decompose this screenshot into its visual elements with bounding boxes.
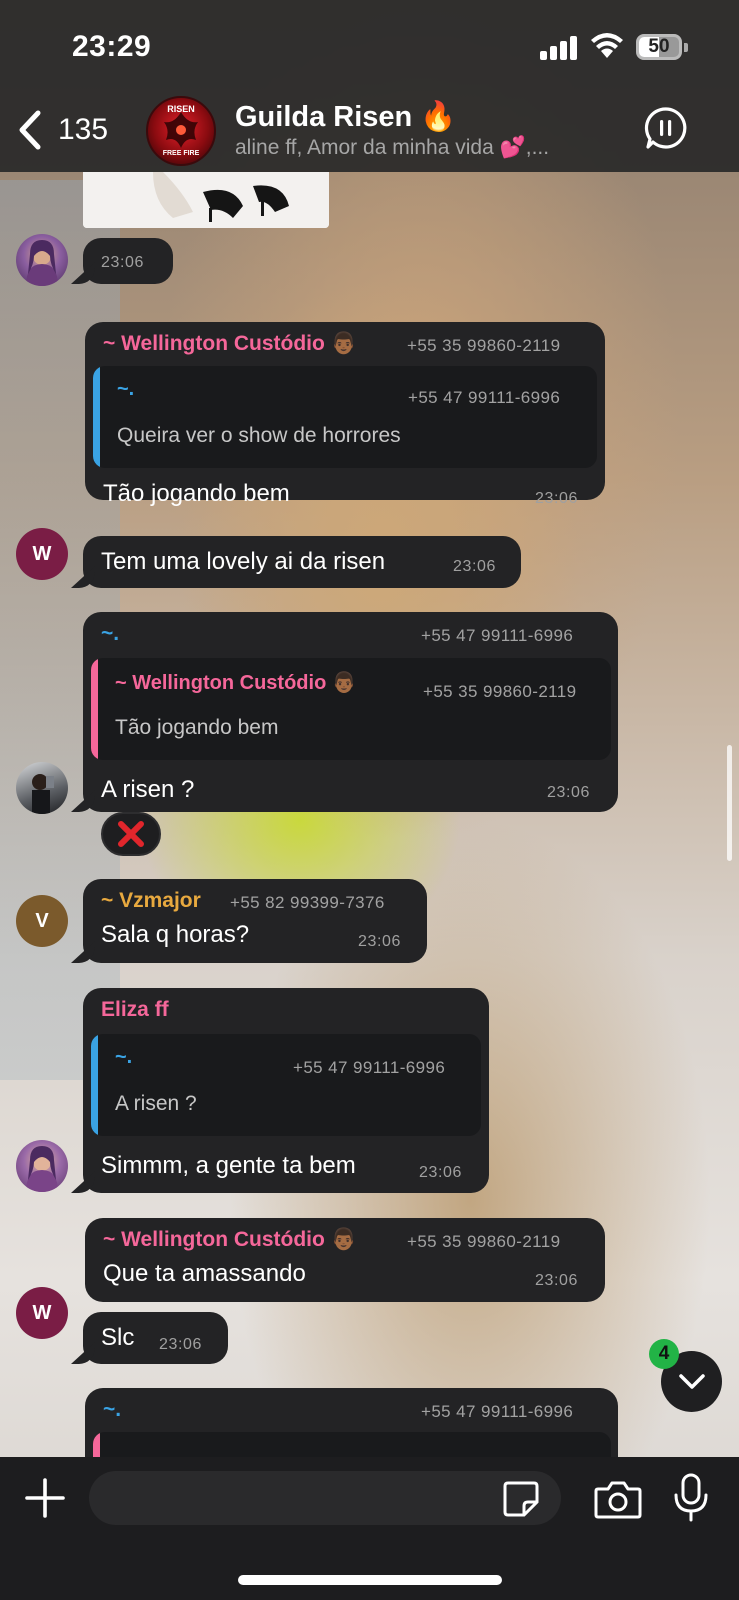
message-bubble[interactable]: ~. +55 47 99111-6996 [85,1388,618,1457]
message-text: Slc [101,1324,135,1351]
avatar-image [32,774,54,814]
avatar-letter-w[interactable]: W [16,528,68,580]
quote-text: Queira ver o show de horrores [117,424,401,447]
message-time: 23:06 [453,558,497,575]
wifi-icon [591,33,623,58]
avatar-letter-v[interactable]: V [16,895,68,947]
message-time: 23:06 [159,1336,203,1353]
avatar-member-woman[interactable] [16,234,68,286]
sender-phone: +55 35 99860-2119 [407,336,561,355]
cross-mark-icon [118,821,144,847]
quote-phone: +55 47 99111-6996 [293,1058,446,1077]
quoted-message[interactable]: ~ Wellington Custódio 👨🏾 +55 35 99860-21… [91,658,611,760]
message-time: 23:06 [535,1272,579,1289]
microphone-icon[interactable] [672,1473,710,1523]
quoted-message[interactable]: ~. +55 47 99111-6996 Queira ver o show d… [93,366,597,468]
chevron-left-icon [19,110,41,150]
avatar-image [26,240,58,286]
quote-sender: ~. [115,1046,133,1068]
message-text: Tem uma lovely ai da risen [101,548,386,575]
group-members-preview[interactable]: aline ff, Amor da minha vida 💕,... [235,136,549,160]
message-time: 23:06 [358,933,402,950]
sender-name[interactable]: ~. [101,622,119,646]
quote-accent-bar [93,366,100,468]
message-text: A risen ? [101,776,195,803]
status-time: 23:29 [72,30,152,63]
image-thumbnail [83,172,329,228]
avatar-image [26,1146,58,1192]
reaction-badge[interactable] [101,812,161,856]
group-name[interactable]: Guilda Risen 🔥 [235,100,456,134]
message-bubble[interactable]: Eliza ff ~. +55 47 99111-6996 A risen ? … [83,988,489,1193]
chevron-down-icon [678,1373,705,1389]
chat-header: 23:29 50 135 RISEN FREE FIRE Guilda Rise… [0,0,739,172]
group-avatar[interactable]: RISEN FREE FIRE [146,96,216,166]
message-text: Sala q horas? [101,921,250,948]
sender-name[interactable]: ~ Wellington Custódio 👨🏾 [103,332,357,356]
sender-phone: +55 47 99111-6996 [421,626,574,645]
sender-phone: +55 47 99111-6996 [421,1402,574,1421]
message-time: 23:06 [419,1164,463,1181]
quoted-message[interactable] [93,1432,611,1457]
home-indicator[interactable] [238,1575,502,1585]
message-text: Tão jogando bem [103,480,290,507]
scroll-indicator[interactable] [727,745,732,861]
avatar-member-man[interactable] [16,762,68,814]
message-bubble[interactable]: ~ Wellington Custódio 👨🏾 +55 35 99860-21… [85,322,605,507]
message-time: 23:06 [547,784,591,801]
avatar-letter-w[interactable]: W [16,1287,68,1339]
message-bubble[interactable]: ~ Vzmajor +55 82 99399-7376 Sala q horas… [83,879,427,963]
sender-name[interactable]: Eliza ff [101,998,169,1022]
sender-phone: +55 82 99399-7376 [230,893,385,912]
message-input[interactable] [89,1471,561,1525]
sender-name[interactable]: ~ Vzmajor [101,889,201,913]
message-bubble-time-only[interactable]: 23:06 [83,238,173,284]
camera-icon[interactable] [594,1479,642,1519]
message-time: 23:06 [101,254,145,271]
sender-name[interactable]: ~ Wellington Custódio 👨🏾 [103,1228,357,1252]
composer-bar [0,1457,739,1600]
voice-chat-button[interactable] [644,106,688,150]
battery-percent: 50 [648,36,670,57]
quote-text: A risen ? [115,1092,197,1115]
quote-sender: ~. [117,378,135,400]
message-bubble[interactable]: Slc 23:06 [83,1312,228,1364]
unread-count-badge: 4 [649,1339,679,1369]
message-bubble[interactable]: Tem uma lovely ai da risen 23:06 [83,536,521,588]
avatar-member-eliza[interactable] [16,1140,68,1192]
quote-accent-bar [93,1432,100,1457]
unread-chats-count: 135 [58,113,109,146]
quote-phone: +55 35 99860-2119 [423,682,577,701]
sender-phone: +55 35 99860-2119 [407,1232,561,1251]
attach-plus-button[interactable] [24,1477,66,1519]
quote-text: Tão jogando bem [115,716,279,739]
message-list[interactable]: 23:06 ~ Wellington Custódio 👨🏾 +55 35 99… [0,172,739,1457]
message-text: Simmm, a gente ta bem [101,1152,356,1179]
quote-phone: +55 47 99111-6996 [408,388,561,407]
message-time: 23:06 [535,490,579,507]
battery-nub [684,43,688,52]
sender-name[interactable]: ~. [103,1398,121,1422]
back-button[interactable]: 135 [14,106,126,154]
image-message[interactable] [83,172,329,228]
battery-icon: 50 [636,34,682,60]
message-text: Que ta amassando [103,1260,306,1287]
message-bubble[interactable]: ~ Wellington Custódio 👨🏾 +55 35 99860-21… [85,1218,605,1302]
message-bubble[interactable]: ~. +55 47 99111-6996 ~ Wellington Custód… [83,612,618,812]
quoted-message[interactable]: ~. +55 47 99111-6996 A risen ? [91,1034,481,1136]
sticker-icon[interactable] [502,1480,540,1518]
quote-accent-bar [91,1034,98,1136]
quote-sender: ~ Wellington Custódio 👨🏾 [115,672,357,694]
avatar-text-bottom: FREE FIRE [162,150,200,157]
quote-accent-bar [91,658,98,760]
signal-icon [540,36,578,60]
